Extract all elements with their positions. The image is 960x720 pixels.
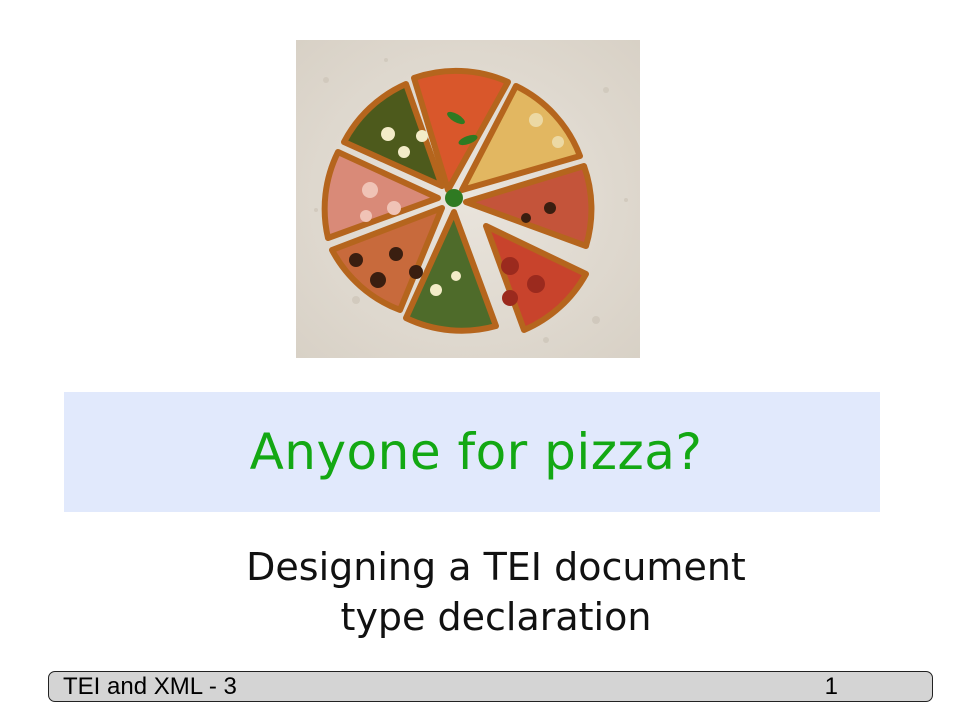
slide-subtitle: Designing a TEI document type declaratio… — [120, 542, 872, 642]
page-number: 1 — [824, 673, 838, 700]
footer-course-label: TEI and XML - 3 — [63, 673, 237, 700]
subtitle-line-2: type declaration — [340, 595, 652, 639]
footer-bar: TEI and XML - 3 1 — [48, 671, 933, 702]
title-band: Anyone for pizza? — [64, 392, 880, 512]
slide-title: Anyone for pizza? — [249, 423, 703, 481]
subtitle-line-1: Designing a TEI document — [246, 545, 746, 589]
pizza-photo — [296, 40, 640, 358]
